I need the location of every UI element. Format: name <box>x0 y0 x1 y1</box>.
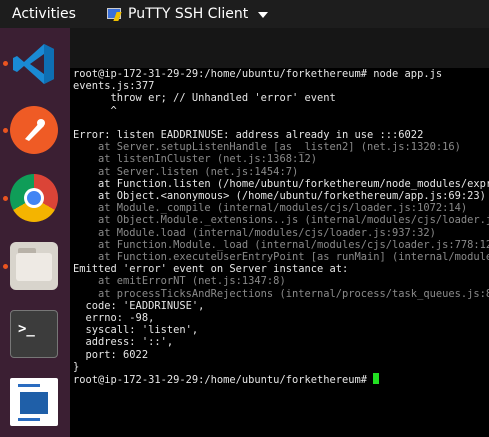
running-indicator <box>3 61 8 66</box>
terminal-line: errno: -98, <box>73 312 155 325</box>
terminal-line: address: '::', <box>73 336 174 349</box>
terminal-line: Emitted 'error' event on Server instance… <box>73 263 349 276</box>
dock-item-terminal[interactable]: >_ <box>10 310 58 358</box>
terminal-icon: >_ <box>18 321 35 337</box>
terminal-line: port: 6022 <box>73 348 149 361</box>
app-menu-label: PuTTY SSH Client <box>128 6 249 22</box>
terminal-line: at Function.Module._load (internal/modul… <box>73 238 489 251</box>
vscode-icon <box>13 44 54 84</box>
terminal-line: at Server.listen (net.js:1454:7) <box>73 165 299 178</box>
terminal-line: code: 'EADDRINUSE', <box>73 299 205 312</box>
terminal-line: at Module.load (internal/modules/cjs/loa… <box>73 226 436 239</box>
window-titlebar[interactable] <box>70 28 489 68</box>
terminal-line: throw er; // Unhandled 'error' event <box>73 92 336 105</box>
terminal-line: at Server.setupListenHandle [as _listen2… <box>73 141 461 154</box>
dock-item-writer[interactable] <box>10 378 58 426</box>
terminal-line: at Object.<anonymous> (/home/ubuntu/fork… <box>73 190 486 203</box>
terminal-line: at listenInCluster (net.js:1368:12) <box>73 153 317 166</box>
dock-item-chrome[interactable] <box>10 174 58 222</box>
dock: >_ <box>0 28 70 437</box>
terminal-line: at Function.listen (/home/ubuntu/forketh… <box>73 177 489 190</box>
terminal-line: events.js:377 <box>73 80 155 93</box>
putty-icon <box>106 7 122 21</box>
terminal-output[interactable]: root@ip-172-31-29-29:/home/ubuntu/forket… <box>70 68 489 437</box>
terminal-line: root@ip-172-31-29-29:/home/ubuntu/forket… <box>73 68 443 80</box>
running-indicator <box>3 196 8 201</box>
terminal-line: syscall: 'listen', <box>73 324 199 337</box>
top-bar: Activities PuTTY SSH Client <box>0 0 489 28</box>
dock-item-vscode[interactable] <box>10 40 58 88</box>
terminal-text: root@ip-172-31-29-29:/home/ubuntu/forket… <box>70 68 489 386</box>
terminal-line: at processTicksAndRejections (internal/p… <box>73 287 489 300</box>
app-menu[interactable]: PuTTY SSH Client <box>106 6 269 22</box>
caret-down-icon <box>258 12 269 18</box>
dock-item-files[interactable] <box>10 242 58 290</box>
postman-icon <box>25 119 45 141</box>
dock-item-postman[interactable] <box>10 106 58 154</box>
terminal-line: ^ <box>73 104 117 117</box>
terminal-line: at Object.Module._extensions..js (intern… <box>73 214 489 227</box>
terminal-line: at Module._compile (internal/modules/cjs… <box>73 202 468 215</box>
shell-prompt: root@ip-172-31-29-29:/home/ubuntu/forket… <box>73 374 374 387</box>
running-indicator <box>3 264 8 269</box>
activities-button[interactable]: Activities <box>12 6 76 22</box>
terminal-line: at Function.executeUserEntryPoint [as ru… <box>73 251 489 264</box>
terminal-line: Error: listen EADDRINUSE: address alread… <box>73 129 424 142</box>
terminal-line: } <box>73 360 80 373</box>
text-cursor <box>373 373 380 385</box>
running-indicator <box>3 128 8 133</box>
terminal-line: at emitErrorNT (net.js:1347:8) <box>73 275 286 288</box>
